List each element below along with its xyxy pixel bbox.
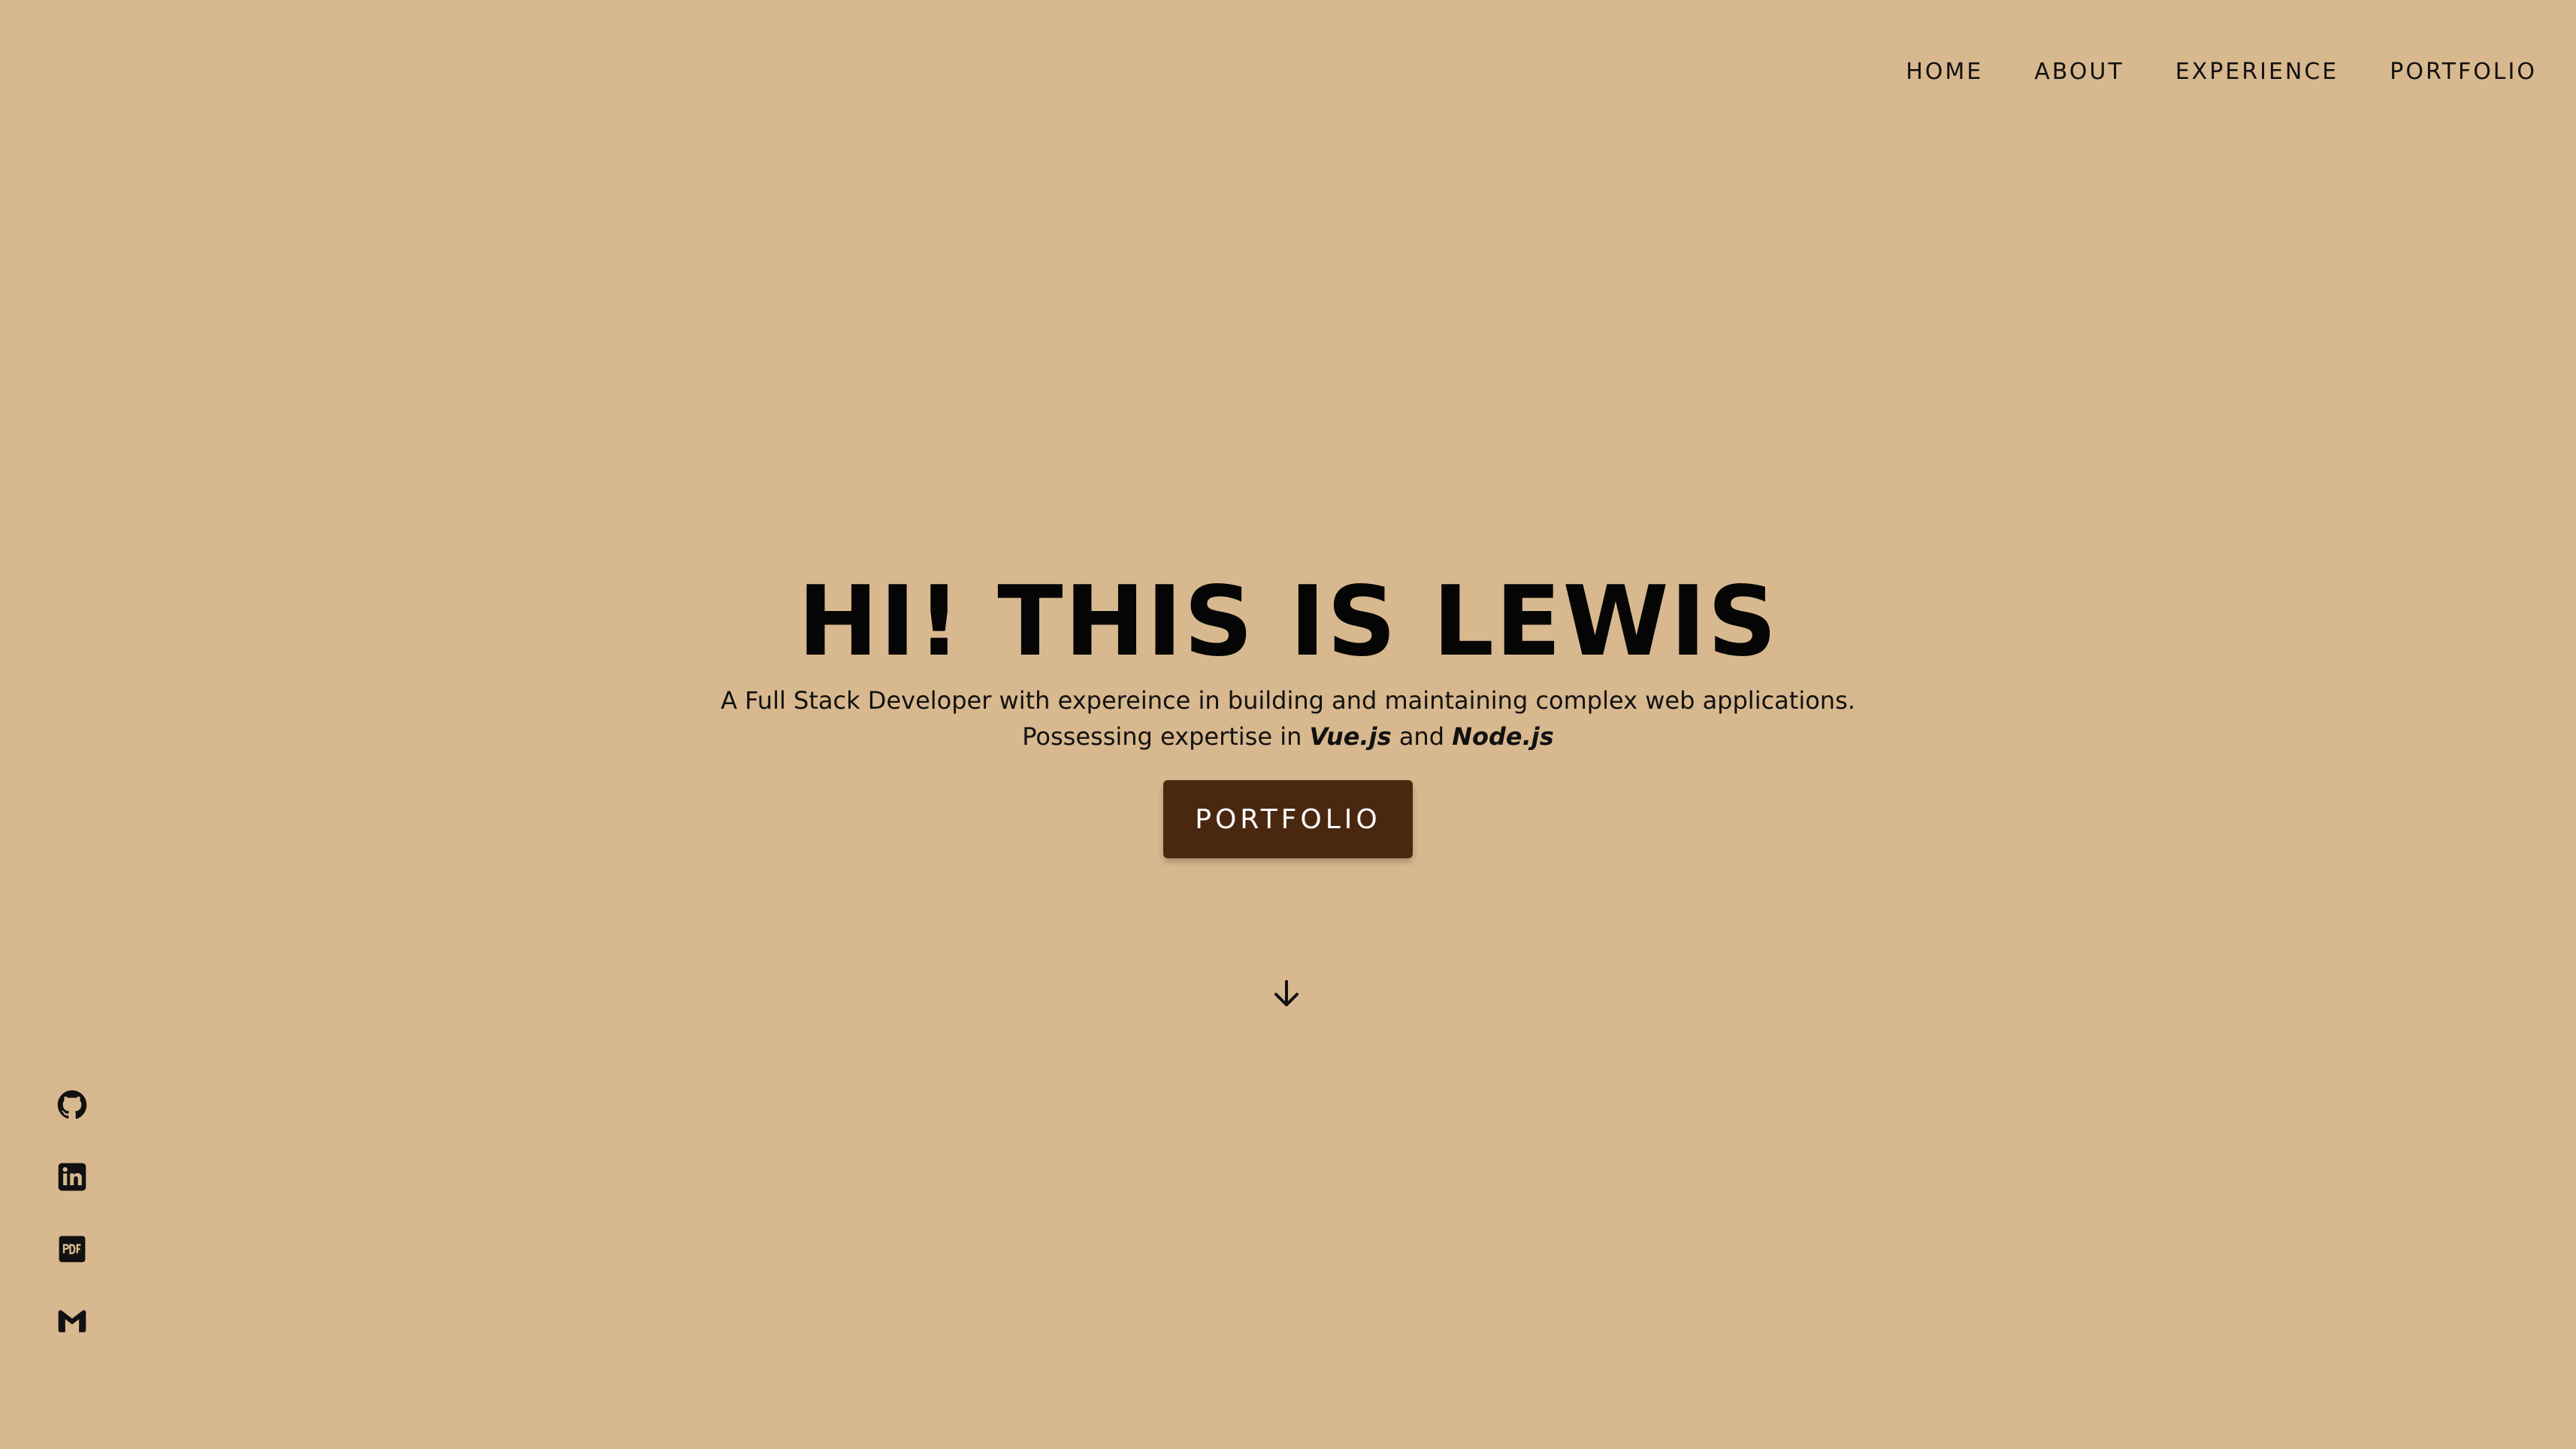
nav-about-link[interactable]: ABOUT [2034,59,2124,85]
nav-experience-link[interactable]: EXPERIENCE [2175,59,2339,85]
skill-vue: Vue.js [1309,722,1392,751]
portfolio-button[interactable]: PORTFOLIO [1163,780,1413,858]
cta-wrapper: PORTFOLIO [0,780,2576,858]
hero-section: HI! THIS IS LEWIS A Full Stack Developer… [0,562,2576,858]
hero-description: A Full Stack Developer with expereince i… [721,686,1855,715]
skill-node: Node.js [1452,722,1554,751]
linkedin-icon[interactable] [56,1160,89,1193]
arrow-down-icon[interactable] [1270,977,1303,1010]
nav-portfolio-link[interactable]: PORTFOLIO [2390,59,2537,85]
top-nav: HOME ABOUT EXPERIENCE PORTFOLIO [1906,59,2537,85]
github-icon[interactable] [56,1088,89,1121]
pdf-icon[interactable] [56,1233,89,1266]
expertise-and: and [1391,722,1453,751]
page: HOME ABOUT EXPERIENCE PORTFOLIO HI! THIS… [0,0,2576,1449]
nav-home-link[interactable]: HOME [1906,59,1983,85]
social-links [56,1088,89,1338]
expertise-prefix: Possessing expertise in [1022,722,1310,751]
hero-title: HI! THIS IS LEWIS [797,566,1779,678]
hero-expertise: Possessing expertise in Vue.js and Node.… [0,718,2576,755]
gmail-icon[interactable] [56,1305,89,1338]
